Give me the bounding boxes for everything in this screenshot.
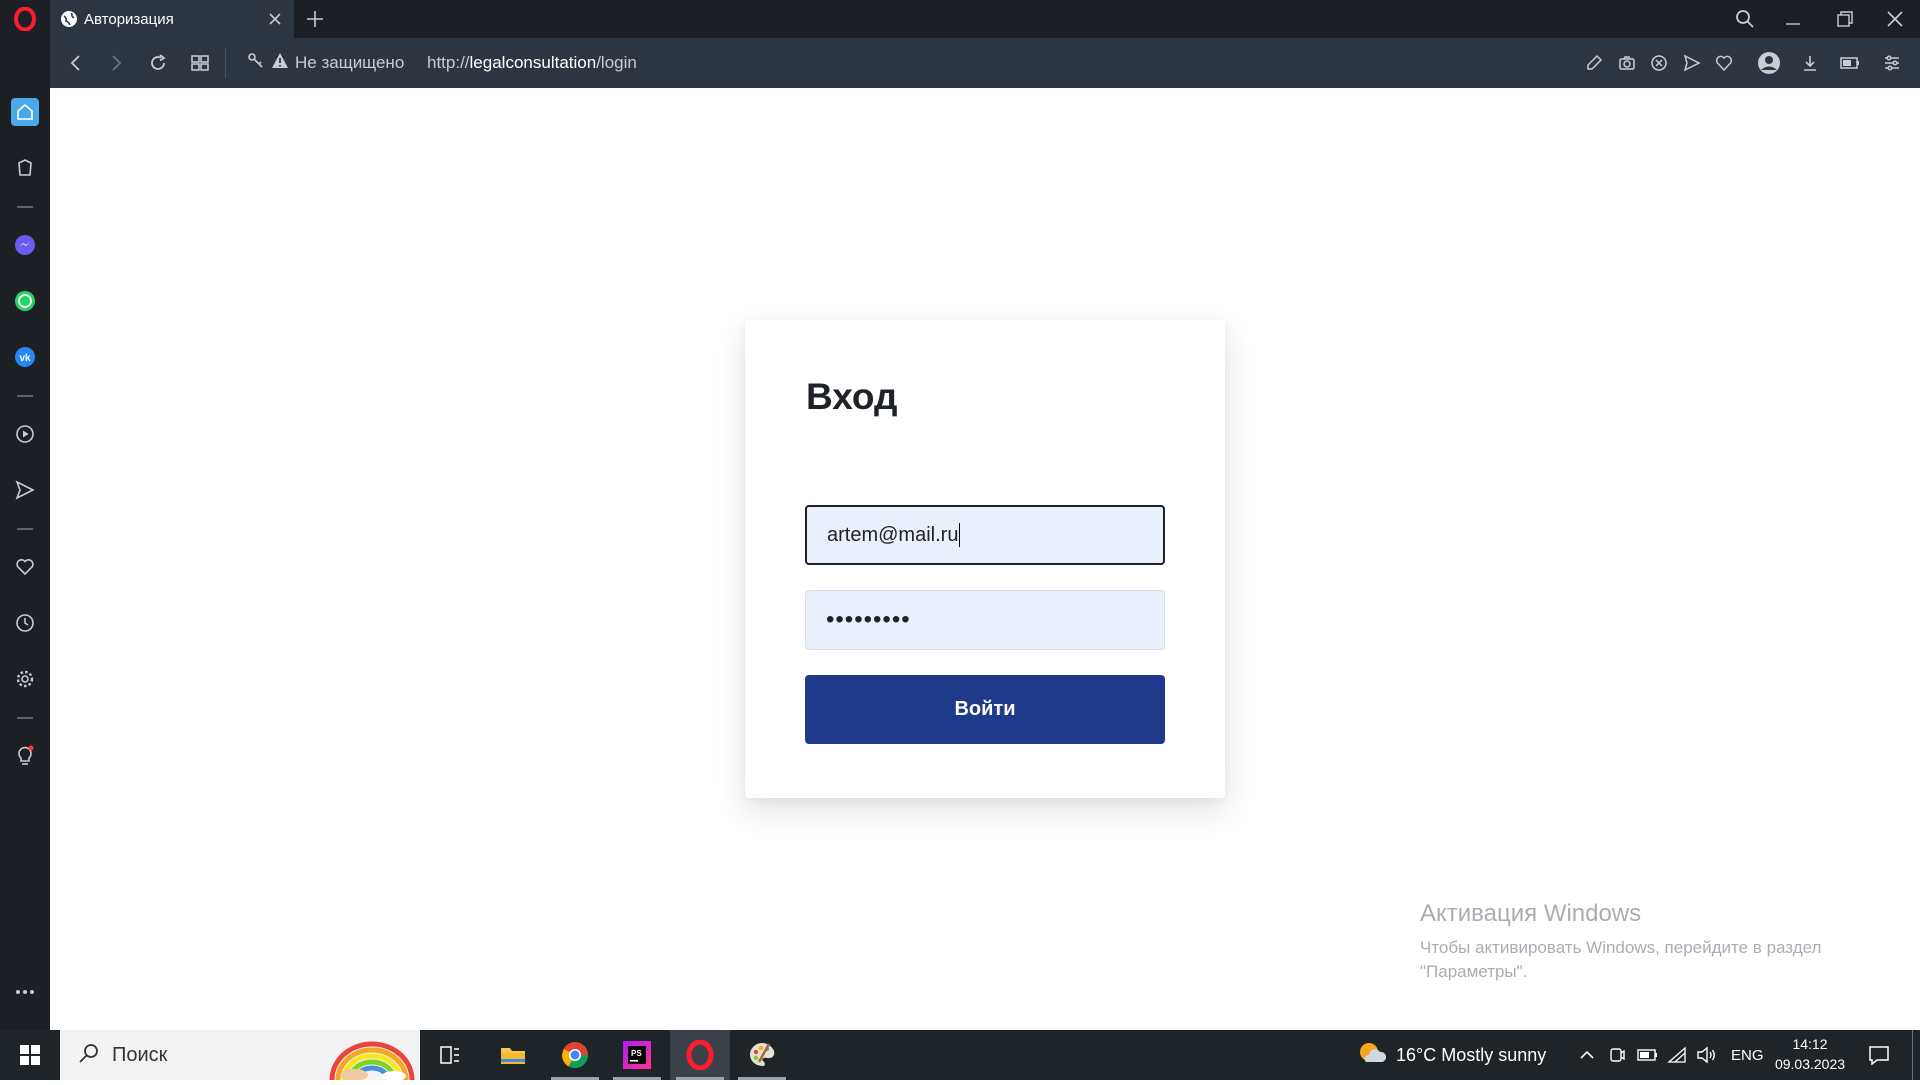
browser-search-icon[interactable]	[1732, 6, 1758, 32]
tabs-overview-icon[interactable]	[188, 51, 212, 75]
svg-text:vk: vk	[19, 353, 31, 364]
login-submit-button[interactable]: Войти	[805, 675, 1165, 744]
settings-gear-icon[interactable]	[11, 665, 39, 693]
globe-icon	[60, 10, 78, 28]
taskbar-search-box[interactable]: Поиск	[60, 1030, 420, 1081]
input-language[interactable]: ENG	[1731, 1030, 1764, 1080]
activation-text: Чтобы активировать Windows, перейдите в …	[1420, 938, 1822, 981]
reload-button[interactable]	[146, 51, 170, 75]
phpstorm-icon[interactable]: PS	[607, 1030, 667, 1080]
sidebar-divider	[17, 395, 33, 397]
login-card: Вход artem@mail.ru ••••••••• Войти	[745, 320, 1225, 798]
search-icon	[78, 1042, 100, 1069]
download-icon[interactable]	[1798, 51, 1822, 75]
forward-button[interactable]	[104, 51, 128, 75]
sidebar-divider	[17, 206, 33, 208]
clock-date: 09.03.2023	[1774, 1056, 1846, 1072]
security-label: Не защищено	[295, 53, 405, 72]
lightbulb-tips-icon[interactable]	[11, 742, 39, 770]
svg-text:PS: PS	[631, 1049, 642, 1058]
volume-icon[interactable]	[1696, 1030, 1718, 1080]
security-indicator[interactable]: Не защищено	[247, 52, 404, 74]
task-view-icon[interactable]	[420, 1030, 480, 1080]
system-clock[interactable]: 14:12 09.03.2023	[1766, 1034, 1854, 1074]
key-icon	[247, 52, 265, 75]
restore-button[interactable]	[1832, 6, 1858, 32]
flow-send-icon[interactable]	[11, 476, 39, 504]
password-field[interactable]: •••••••••	[805, 590, 1165, 650]
battery-icon[interactable]	[1637, 1030, 1659, 1080]
file-explorer-icon[interactable]	[483, 1030, 543, 1080]
show-desktop-strip[interactable]	[1912, 1030, 1913, 1080]
email-field[interactable]: artem@mail.ru	[805, 505, 1165, 565]
search-highlight-rainbow-icon	[324, 1035, 420, 1081]
weather-widget[interactable]: 16°C Mostly sunny	[1356, 1030, 1546, 1080]
meet-camera-icon[interactable]	[1608, 1030, 1626, 1080]
new-tab-button[interactable]	[304, 8, 326, 30]
windows-start-icon[interactable]	[0, 1030, 60, 1080]
email-value: artem@mail.ru	[827, 523, 959, 546]
wifi-icon[interactable]	[1667, 1030, 1687, 1080]
close-window-button[interactable]	[1882, 6, 1908, 32]
messenger-icon[interactable]	[11, 231, 39, 259]
paint-palette-icon[interactable]	[732, 1030, 792, 1080]
tab-strip: Авторизация	[0, 0, 1920, 38]
warning-icon	[271, 52, 289, 75]
easy-setup-icon[interactable]	[1880, 51, 1904, 75]
show-hidden-icons-chevron-icon[interactable]	[1578, 1030, 1596, 1080]
send-icon[interactable]	[1680, 51, 1704, 75]
opera-taskbar-icon[interactable]	[670, 1030, 730, 1080]
battery-saver-icon[interactable]	[1838, 51, 1862, 75]
weather-sun-icon	[1356, 1040, 1387, 1071]
windows-activation-watermark: Активация Windows Чтобы активировать Win…	[1420, 900, 1860, 984]
url-host: legalconsultation	[469, 53, 597, 72]
address-toolbar: Не защищено http://legalconsultation/log…	[50, 38, 1920, 88]
text-caret	[959, 523, 961, 547]
close-tab-icon[interactable]	[266, 10, 284, 28]
tab-title: Авторизация	[84, 10, 174, 28]
browser-sidebar: vk	[0, 38, 50, 1030]
whatsapp-icon[interactable]	[11, 287, 39, 315]
windows-taskbar: Поиск PS 16°C Mostly sunny ENG 14:12 09.…	[0, 1030, 1920, 1081]
sidebar-divider	[17, 528, 33, 530]
heart-icon[interactable]	[1712, 51, 1736, 75]
vk-icon[interactable]: vk	[11, 343, 39, 371]
login-title: Вход	[806, 376, 898, 417]
page-content: Вход artem@mail.ru ••••••••• Войти Актив…	[50, 88, 1920, 1030]
back-button[interactable]	[64, 51, 88, 75]
toolbar-divider	[225, 48, 226, 78]
weather-text: 16°C Mostly sunny	[1396, 1044, 1547, 1065]
history-clock-icon[interactable]	[11, 609, 39, 637]
bookmarks-icon[interactable]	[11, 154, 39, 182]
notifications-icon[interactable]	[1868, 1030, 1890, 1080]
favorites-heart-icon[interactable]	[11, 553, 39, 581]
more-options-icon[interactable]	[11, 978, 39, 1006]
address-field[interactable]: http://legalconsultation/login	[427, 53, 637, 73]
clock-time: 14:12	[1792, 1036, 1828, 1052]
url-scheme: http://	[427, 53, 470, 72]
snapshot-camera-icon[interactable]	[1615, 51, 1639, 75]
player-icon[interactable]	[11, 420, 39, 448]
home-icon[interactable]	[11, 98, 39, 126]
url-path: /login	[596, 53, 637, 72]
password-value: •••••••••	[826, 606, 911, 633]
adblock-icon[interactable]	[1647, 51, 1671, 75]
activation-title: Активация Windows	[1420, 900, 1642, 927]
tab-active[interactable]: Авторизация	[50, 0, 294, 38]
chrome-icon[interactable]	[545, 1030, 605, 1080]
opera-menu-icon[interactable]	[0, 0, 50, 38]
sidebar-divider	[17, 717, 33, 719]
profile-avatar-icon[interactable]	[1757, 51, 1781, 75]
edit-icon[interactable]	[1582, 51, 1606, 75]
search-placeholder: Поиск	[112, 1043, 168, 1066]
minimize-button[interactable]	[1780, 6, 1806, 32]
